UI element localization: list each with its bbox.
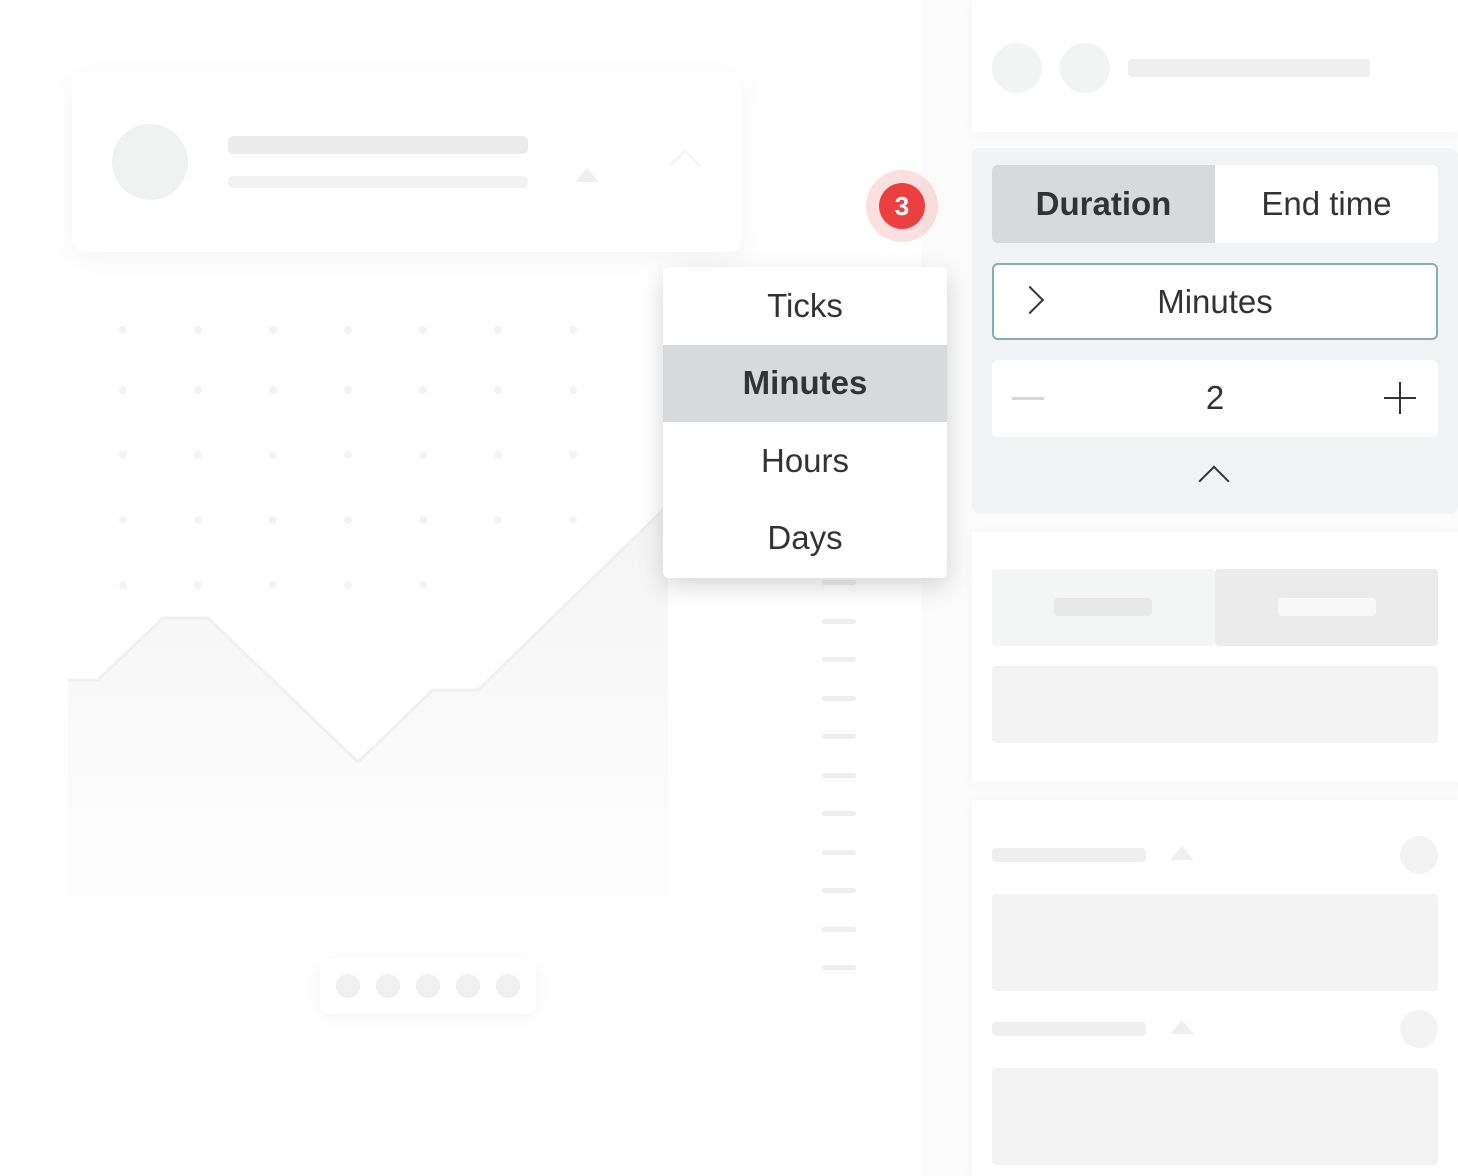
dropdown-option-ticks[interactable]: Ticks — [663, 267, 947, 345]
tab-end-time[interactable]: End time — [1215, 165, 1438, 243]
text-placeholder — [228, 136, 528, 154]
background-contract-card — [72, 72, 742, 252]
avatar-placeholder — [112, 124, 188, 200]
dropdown-option-days[interactable]: Days — [663, 500, 947, 578]
tab-duration[interactable]: Duration — [992, 165, 1215, 243]
step-number-badge: 3 — [879, 183, 925, 229]
background-top-card — [972, 0, 1458, 132]
background-pager — [320, 958, 536, 1014]
duration-stepper: 2 — [992, 360, 1438, 437]
duration-unit-label: Minutes — [1157, 282, 1273, 320]
background-purchase-card — [972, 800, 1458, 1176]
dropdown-option-minutes[interactable]: Minutes — [663, 344, 947, 422]
duration-unit-dropdown: Ticks Minutes Hours Days — [663, 267, 947, 578]
background-trade-card — [972, 532, 1458, 782]
background-chart — [68, 326, 670, 960]
background-ruler — [822, 580, 856, 970]
duration-unit-select[interactable]: Minutes — [992, 263, 1438, 340]
text-placeholder — [228, 176, 528, 188]
dropdown-option-hours[interactable]: Hours — [663, 422, 947, 500]
plus-icon[interactable] — [1384, 382, 1416, 414]
triangle-up-icon — [575, 168, 599, 182]
duration-mode-toggle: Duration End time — [992, 165, 1438, 243]
duration-value[interactable]: 2 — [992, 379, 1438, 417]
chevron-up-icon — [669, 149, 701, 181]
